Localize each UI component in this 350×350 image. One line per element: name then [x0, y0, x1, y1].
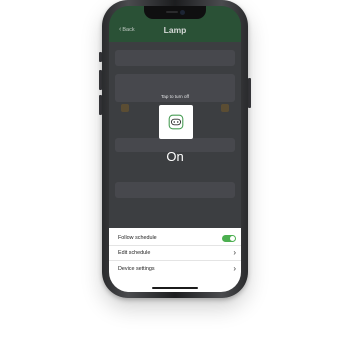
toggle-knob: [230, 235, 235, 241]
follow-schedule-toggle[interactable]: [222, 234, 236, 242]
power-button: [248, 78, 251, 108]
speaker-grille: [166, 11, 178, 13]
chevron-right-icon: ›: [233, 248, 236, 257]
tap-hint: Tap to turn off: [160, 94, 189, 99]
phone-screen: ‹ Back Lamp Tap to turn off On Follow sc…: [109, 6, 241, 292]
follow-schedule-label: Follow schedule: [118, 235, 157, 241]
device-settings-label: Device settings: [118, 265, 155, 272]
edit-schedule-label: Edit schedule: [118, 250, 151, 256]
front-camera: [180, 10, 185, 15]
edit-schedule-row[interactable]: Edit schedule ›: [109, 246, 241, 261]
chevron-right-icon: ›: [233, 263, 236, 273]
state-label: On: [166, 149, 184, 164]
lamp-toggle-tile[interactable]: [159, 105, 193, 139]
follow-schedule-row[interactable]: Follow schedule: [109, 231, 241, 246]
phone-frame: ‹ Back Lamp Tap to turn off On Follow sc…: [102, 0, 248, 298]
device-settings-row[interactable]: Device settings ›: [109, 261, 241, 276]
bottom-sheet: Follow schedule Edit schedule › Device s…: [109, 228, 241, 292]
smart-plug-icon: [168, 114, 184, 130]
stage: ‹ Back Lamp Tap to turn off On Follow sc…: [0, 0, 350, 350]
home-indicator[interactable]: [152, 287, 198, 289]
phone-notch: [144, 6, 206, 19]
